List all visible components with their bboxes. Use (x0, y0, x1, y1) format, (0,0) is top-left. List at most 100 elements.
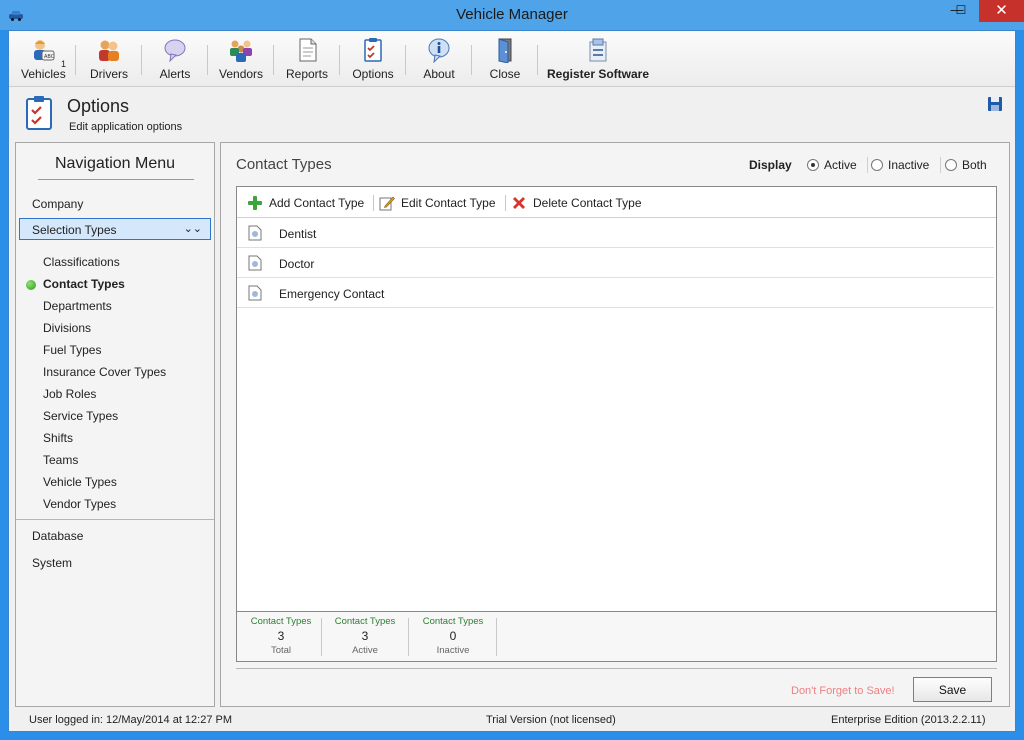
vehicles-button[interactable]: ABC Vehicles (21, 37, 66, 85)
stat-inactive: Contact Types 0 Inactive (409, 616, 497, 656)
save-disk-icon[interactable] (987, 96, 1003, 112)
radio-both[interactable]: Both (945, 157, 987, 173)
nav-item-selection-types[interactable]: Selection Types ⌄⌄ (19, 218, 211, 240)
save-button[interactable]: Save (913, 677, 992, 702)
radio-separator (940, 157, 941, 173)
drivers-label: Drivers (90, 67, 128, 81)
checklist-icon (364, 38, 382, 62)
sub-item-vehicle-types[interactable]: Vehicle Types (43, 475, 117, 489)
close-label: Close (489, 67, 521, 81)
vendors-group-icon (230, 40, 252, 62)
nav-item-system[interactable]: System (32, 556, 72, 570)
about-button[interactable]: About (419, 37, 459, 85)
stat-caption: Inactive (436, 645, 470, 656)
nav-divider (16, 519, 214, 520)
stat-total: Contact Types 3 Total (237, 616, 325, 656)
status-edition: Enterprise Edition (2013.2.2.11) (831, 714, 986, 726)
radio-active[interactable]: Active (807, 157, 857, 173)
nav-item-company[interactable]: Company (32, 197, 83, 211)
close-window-button[interactable]: ✕ (979, 0, 1024, 22)
vehicles-label: Vehicles (21, 67, 66, 81)
save-reminder: Don't Forget to Save! (791, 685, 895, 697)
contact-types-panel: Contact Types Display Active Inactive Bo… (220, 142, 1010, 707)
drivers-button[interactable]: Drivers (89, 37, 129, 85)
footer-divider (236, 668, 997, 669)
document-icon (248, 285, 262, 301)
title-bar: Vehicle Manager — ☐ ☐ ✕ (0, 0, 1024, 30)
sub-item-teams[interactable]: Teams (43, 453, 78, 467)
stat-label: Contact Types (334, 616, 396, 627)
register-software-button[interactable]: Register Software (547, 37, 649, 85)
list-item[interactable]: Doctor (237, 248, 994, 278)
reports-label: Reports (285, 67, 329, 81)
sub-item-vendor-types[interactable]: Vendor Types (43, 497, 116, 511)
driver-vehicle-icon: ABC (34, 40, 55, 61)
sub-item-classifications[interactable]: Classifications (43, 255, 120, 269)
speech-bubble-icon (164, 39, 186, 63)
sub-item-contact-types[interactable]: Contact Types (43, 277, 125, 291)
toolbar-separator (505, 195, 506, 211)
toolbar-separator (141, 45, 142, 75)
statistics-bar: Contact Types 3 Total Contact Types 3 Ac… (237, 611, 996, 661)
status-license: Trial Version (not licensed) (486, 714, 616, 726)
restore-button[interactable]: ☐ (947, 0, 975, 22)
toolbar-separator (273, 45, 274, 75)
document-icon (248, 225, 262, 241)
navigation-title-divider (38, 179, 194, 180)
sub-item-job-roles[interactable]: Job Roles (43, 387, 96, 401)
toolbar-separator (373, 195, 374, 211)
status-bar: User logged in: 12/May/2014 at 12:27 PM … (9, 711, 1015, 731)
stat-separator (496, 618, 497, 656)
options-label: Options (352, 67, 394, 81)
edit-pencil-icon (379, 196, 395, 211)
options-button[interactable]: Options (351, 37, 395, 85)
stat-label: Contact Types (250, 616, 312, 627)
main-toolbar: ABC Vehicles 1 Drivers Alerts Vendors Re… (9, 31, 1015, 87)
sub-item-fuel-types[interactable]: Fuel Types (43, 343, 101, 357)
red-x-icon (513, 197, 525, 209)
window-title: Vehicle Manager (456, 6, 568, 23)
options-checklist-icon (26, 96, 52, 130)
delete-contact-type-button[interactable]: Delete Contact Type (511, 194, 642, 212)
sub-item-insurance-cover-types[interactable]: Insurance Cover Types (43, 365, 166, 379)
exit-door-icon (498, 38, 512, 63)
reports-button[interactable]: Reports (285, 37, 329, 85)
drivers-icon (99, 40, 119, 61)
alerts-button[interactable]: Alerts (157, 37, 193, 85)
list-toolbar: Add Contact Type Edit Contact Type Delet… (237, 187, 996, 218)
edit-contact-type-button[interactable]: Edit Contact Type (379, 194, 496, 212)
vendors-label: Vendors (219, 67, 264, 81)
sub-item-service-types[interactable]: Service Types (43, 409, 118, 423)
list-item[interactable]: Dentist (237, 218, 994, 248)
plus-icon (248, 196, 262, 210)
radio-selected-icon (807, 159, 819, 171)
toolbar-separator (339, 45, 340, 75)
about-label: About (423, 67, 455, 81)
edit-contact-type-label: Edit Contact Type (401, 196, 496, 210)
toolbar-separator (471, 45, 472, 75)
delete-contact-type-label: Delete Contact Type (533, 196, 642, 210)
toolbar-separator (405, 45, 406, 75)
radio-unselected-icon (871, 159, 883, 171)
vendors-button[interactable]: Vendors (219, 37, 263, 85)
list-item[interactable]: Emergency Contact (237, 278, 994, 308)
contact-types-list: Add Contact Type Edit Contact Type Delet… (236, 186, 997, 662)
double-chevron-down-icon: ⌄⌄ (183, 223, 202, 235)
sub-item-departments[interactable]: Departments (43, 299, 112, 313)
app-window: ABC Vehicles 1 Drivers Alerts Vendors Re… (8, 30, 1016, 732)
stat-value: 3 (277, 629, 285, 643)
display-label: Display (749, 158, 792, 172)
nav-item-database[interactable]: Database (32, 529, 83, 543)
vehicles-count: 1 (61, 59, 67, 69)
document-icon (248, 255, 262, 271)
close-button[interactable]: Close (485, 37, 525, 85)
sub-item-divisions[interactable]: Divisions (43, 321, 91, 335)
sub-item-shifts[interactable]: Shifts (43, 431, 73, 445)
nav-item-selection-types-label: Selection Types (32, 223, 117, 237)
list-item-text: Emergency Contact (279, 287, 385, 301)
radio-inactive[interactable]: Inactive (871, 157, 929, 173)
add-contact-type-button[interactable]: Add Contact Type (247, 194, 364, 212)
radio-both-label: Both (962, 158, 987, 172)
page-title: Options (67, 96, 130, 116)
stat-caption: Total (270, 645, 292, 656)
